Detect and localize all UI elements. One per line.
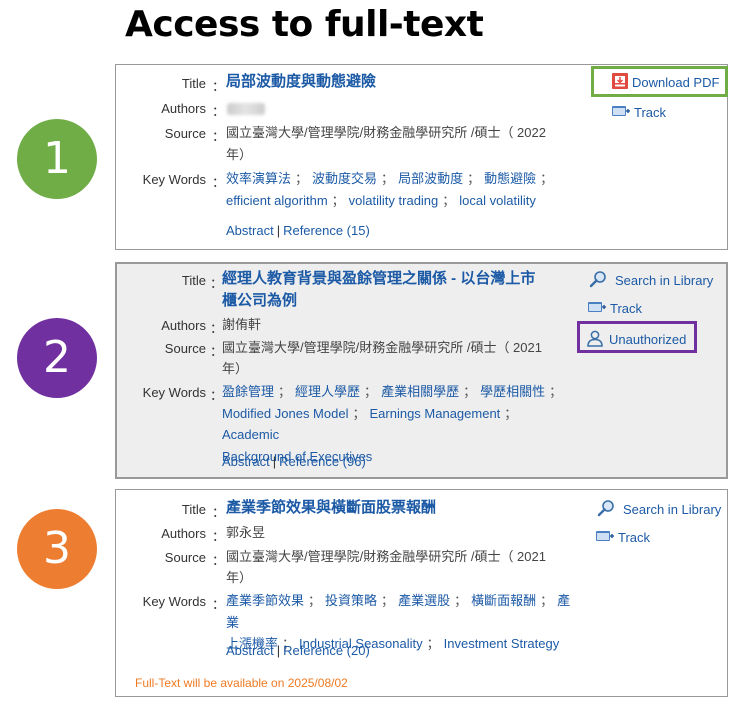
unauthorized-highlight (577, 321, 697, 353)
search-library-label: Search in Library (623, 502, 722, 517)
keyword-link[interactable]: Earnings Management (369, 406, 500, 421)
keywords-label: Key Words (142, 172, 206, 187)
track-button[interactable]: Track (587, 299, 642, 318)
keyword-link[interactable]: 波動度交易 (312, 171, 377, 186)
keyword-link[interactable]: 學歷相關性 (480, 384, 545, 399)
keywords-list: 效率演算法；波動度交易；局部波動度；動態避險； efficient algori… (226, 171, 554, 208)
track-icon (587, 299, 607, 318)
keyword-link[interactable]: Modified Jones Model (222, 406, 348, 421)
abstract-link[interactable]: Abstract (222, 454, 270, 469)
search-icon (588, 270, 608, 291)
keyword-link[interactable]: 產業選股 (398, 593, 450, 608)
authors-label: Authors (161, 101, 206, 116)
record-title-link[interactable]: 產業季節效果與橫斷面股票報酬 (226, 497, 436, 518)
search-library-button[interactable]: Search in Library (588, 270, 713, 291)
search-library-label: Search in Library (615, 273, 714, 288)
keyword-link[interactable]: 效率演算法 (226, 171, 291, 186)
record-title-link-cont[interactable]: 櫃公司為例 (222, 290, 297, 311)
title-label: Title (181, 76, 206, 91)
colon: ： (212, 104, 226, 119)
page-title: Access to full-text (125, 4, 484, 45)
track-label: Track (634, 105, 667, 120)
colon: ： (212, 129, 226, 144)
colon: ： (212, 553, 226, 568)
track-label: Track (610, 301, 643, 316)
author-value: 郭永昱 (226, 525, 266, 540)
colon: ： (212, 79, 226, 94)
title-label: Title (181, 502, 206, 517)
keyword-link[interactable]: Academic (222, 427, 279, 442)
source-value-cont: 年） (222, 361, 249, 376)
reference-link[interactable]: Reference (96) (279, 454, 366, 469)
title-label: Title (181, 273, 206, 288)
colon: ： (212, 597, 226, 612)
track-icon (595, 528, 615, 547)
download-highlight (591, 66, 728, 97)
track-label: Track (618, 530, 651, 545)
redacted-author (227, 103, 265, 115)
keyword-link[interactable]: 產業相關學歷 (381, 384, 459, 399)
source-value: 國立臺灣大學/管理學院/財務金融學研究所 /碩士（ 2021 (226, 549, 546, 564)
keyword-link[interactable]: 經理人學歷 (295, 384, 360, 399)
source-value: 國立臺灣大學/管理學院/財務金融學研究所 /碩士（ 2022 (226, 125, 546, 140)
authors-label: Authors (161, 526, 206, 541)
keyword-link[interactable]: 橫斷面報酬 (471, 593, 536, 608)
abstract-link[interactable]: Abstract (226, 223, 274, 238)
record-title-link[interactable]: 局部波動度與動態避險 (226, 71, 376, 92)
keyword-link[interactable]: 投資策略 (325, 593, 377, 608)
track-button[interactable]: Track (611, 103, 666, 122)
author-value: 謝侑軒 (222, 317, 262, 332)
step-badge-3: 3 (17, 509, 97, 589)
step-badge-2: 2 (17, 318, 97, 398)
colon: ： (212, 175, 226, 190)
track-button[interactable]: Track (595, 528, 650, 547)
keyword-link[interactable]: 局部波動度 (398, 171, 463, 186)
source-label: Source (164, 126, 206, 141)
availability-notice: Full-Text will be available on 2025/08/0… (135, 676, 348, 690)
reference-link[interactable]: Reference (20) (283, 643, 370, 658)
keyword-link[interactable]: 動態避險 (484, 171, 536, 186)
source-value: 國立臺灣大學/管理學院/財務金融學研究所 /碩士（ 2021 (222, 340, 542, 355)
abstract-reference-links: Abstract | Reference (15) (226, 223, 370, 238)
abstract-reference-links: Abstract | Reference (20) (226, 643, 370, 658)
reference-link[interactable]: Reference (15) (283, 223, 370, 238)
colon: ： (212, 529, 226, 544)
source-label: Source (164, 341, 206, 356)
keyword-link[interactable]: 產業季節效果 (226, 593, 304, 608)
search-library-button[interactable]: Search in Library (596, 499, 721, 520)
search-icon (596, 499, 616, 520)
colon: ： (212, 505, 226, 520)
keyword-link[interactable]: volatility trading (349, 193, 439, 208)
step-badge-1: 1 (17, 119, 97, 199)
record-title-link[interactable]: 經理人教育背景與盈餘管理之關係 - 以台灣上市 (222, 268, 535, 289)
source-value-cont: 年） (226, 147, 253, 162)
keywords-label: Key Words (142, 385, 206, 400)
source-label: Source (164, 550, 206, 565)
abstract-reference-links: Abstract | Reference (96) (222, 454, 366, 469)
keywords-label: Key Words (142, 594, 206, 609)
source-value-cont: 年） (226, 570, 253, 585)
keyword-link[interactable]: Investment Strategy (444, 636, 560, 651)
track-icon (611, 103, 631, 122)
abstract-link[interactable]: Abstract (226, 643, 274, 658)
authors-label: Authors (161, 318, 206, 333)
keyword-link[interactable]: 盈餘管理 (222, 384, 274, 399)
keyword-link[interactable]: efficient algorithm (226, 193, 328, 208)
keyword-link[interactable]: local volatility (459, 193, 536, 208)
